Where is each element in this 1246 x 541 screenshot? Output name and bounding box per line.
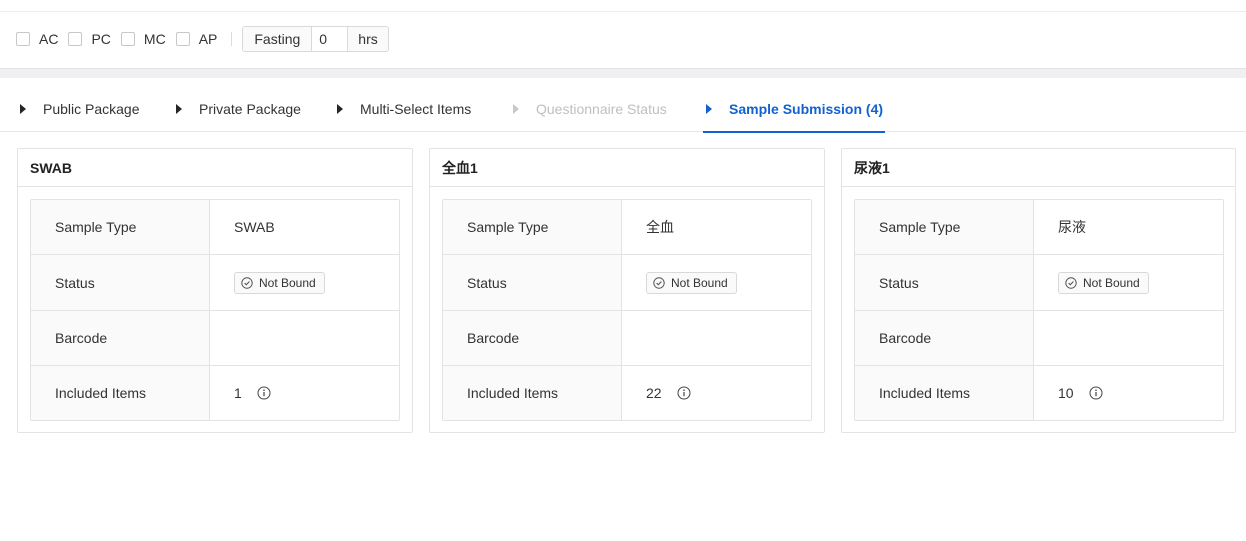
- checkbox-label: AC: [39, 31, 59, 47]
- row-label: Sample Type: [855, 200, 1034, 254]
- included-items-cell: 22: [622, 366, 811, 420]
- checkbox-pc[interactable]: PC: [68, 31, 111, 47]
- checkbox-label: PC: [91, 31, 111, 47]
- tab-label: Public Package: [43, 101, 140, 117]
- tab-public-package[interactable]: Public Package: [20, 93, 140, 132]
- tab-label: Sample Submission (4): [729, 101, 884, 117]
- tab-sample-submission[interactable]: Sample Submission (4): [703, 93, 886, 133]
- status-badge: Not Bound: [1058, 271, 1149, 294]
- row-included-items: Included Items 10: [855, 366, 1223, 420]
- top-divider: [0, 11, 1246, 12]
- tab-label: Questionnaire Status: [536, 101, 667, 117]
- check-circle-icon: [1065, 276, 1077, 289]
- caret-right-icon: [706, 104, 712, 114]
- row-barcode: Barcode: [443, 311, 811, 366]
- included-items-cell: 1: [210, 366, 399, 420]
- info-icon[interactable]: [257, 386, 271, 400]
- status-cell: Not Bound: [622, 255, 811, 310]
- sample-card-whole-blood: 全血1 Sample Type 全血 Status Not Bound Barc…: [429, 148, 825, 433]
- card-title: 尿液1: [842, 149, 1235, 187]
- section-separator: [0, 68, 1246, 78]
- included-items-cell: 10: [1034, 366, 1223, 420]
- status-text: Not Bound: [1083, 275, 1140, 290]
- sample-card-swab: SWAB Sample Type SWAB Status Not Bound B…: [17, 148, 413, 433]
- row-barcode: Barcode: [855, 311, 1223, 366]
- included-items-count: 22: [646, 385, 662, 401]
- row-status: Status Not Bound: [855, 255, 1223, 311]
- caret-right-icon: [513, 104, 519, 114]
- fasting-input-group: Fasting 0 hrs: [242, 26, 389, 52]
- row-sample-type: Sample Type 全血: [443, 200, 811, 255]
- fasting-hours-input[interactable]: 0: [312, 27, 349, 51]
- info-icon[interactable]: [677, 386, 691, 400]
- status-text: Not Bound: [259, 275, 316, 290]
- checkbox-box[interactable]: [120, 32, 135, 46]
- sample-type-value: 尿液: [1058, 219, 1086, 235]
- card-title: 全血1: [430, 149, 824, 187]
- row-label: Barcode: [855, 311, 1034, 365]
- row-sample-type: Sample Type SWAB: [31, 200, 399, 255]
- sample-type-value: 全血: [646, 219, 674, 235]
- row-label: Status: [31, 255, 210, 310]
- row-label: Barcode: [31, 311, 210, 365]
- row-included-items: Included Items 1: [31, 366, 399, 420]
- filter-divider: [231, 32, 233, 46]
- sample-details: Sample Type 尿液 Status Not Bound Barcode …: [854, 199, 1224, 421]
- checkbox-ap[interactable]: AP: [175, 31, 218, 47]
- card-title: SWAB: [18, 149, 412, 187]
- checkbox-box[interactable]: [68, 32, 83, 46]
- row-status: Status Not Bound: [31, 255, 399, 311]
- tab-label: Private Package: [199, 101, 301, 117]
- caret-right-icon: [337, 104, 343, 114]
- status-cell: Not Bound: [210, 255, 399, 310]
- barcode-value: [210, 311, 399, 365]
- status-badge: Not Bound: [234, 271, 325, 294]
- barcode-value: [1034, 311, 1223, 365]
- sample-type-value: SWAB: [234, 219, 275, 235]
- row-status: Status Not Bound: [443, 255, 811, 311]
- checkbox-box[interactable]: [175, 32, 190, 46]
- row-label: Status: [443, 255, 622, 310]
- checkbox-label: AP: [198, 31, 218, 47]
- barcode-value: [622, 311, 811, 365]
- row-included-items: Included Items 22: [443, 366, 811, 420]
- check-circle-icon: [241, 276, 253, 289]
- row-label: Included Items: [855, 366, 1034, 420]
- status-cell: Not Bound: [1034, 255, 1223, 310]
- checkbox-mc[interactable]: MC: [120, 31, 166, 47]
- row-label: Status: [855, 255, 1034, 310]
- checkbox-ac[interactable]: AC: [16, 31, 58, 47]
- row-label: Barcode: [443, 311, 622, 365]
- check-circle-icon: [653, 276, 665, 289]
- row-label: Included Items: [31, 366, 210, 420]
- row-label: Sample Type: [31, 200, 210, 254]
- caret-right-icon: [176, 104, 182, 114]
- sample-details: Sample Type 全血 Status Not Bound Barcode …: [442, 199, 812, 421]
- status-text: Not Bound: [671, 275, 728, 290]
- row-label: Sample Type: [443, 200, 622, 254]
- row-barcode: Barcode: [31, 311, 399, 366]
- fasting-unit: hrs: [348, 27, 388, 51]
- tab-questionnaire-status: Questionnaire Status: [513, 93, 667, 132]
- tab-label: Multi-Select Items: [360, 101, 472, 117]
- caret-right-icon: [20, 104, 26, 114]
- status-badge: Not Bound: [646, 271, 737, 294]
- tab-private-package[interactable]: Private Package: [176, 93, 301, 132]
- tab-bar: Public Package Private Package Multi-Sel…: [0, 93, 1246, 133]
- checkbox-box[interactable]: [16, 32, 30, 46]
- sample-details: Sample Type SWAB Status Not Bound Barcod…: [30, 199, 400, 421]
- included-items-count: 10: [1058, 385, 1074, 401]
- checkbox-label: MC: [143, 31, 166, 47]
- info-icon[interactable]: [1089, 386, 1103, 400]
- fasting-label: Fasting: [243, 27, 313, 51]
- filter-bar: AC PC MC AP Fasting 0 hrs: [16, 26, 389, 52]
- row-label: Included Items: [443, 366, 622, 420]
- included-items-count: 1: [234, 385, 242, 401]
- sample-card-urine: 尿液1 Sample Type 尿液 Status Not Bound Barc…: [841, 148, 1236, 433]
- row-sample-type: Sample Type 尿液: [855, 200, 1223, 255]
- tab-multi-select-items[interactable]: Multi-Select Items: [337, 93, 471, 132]
